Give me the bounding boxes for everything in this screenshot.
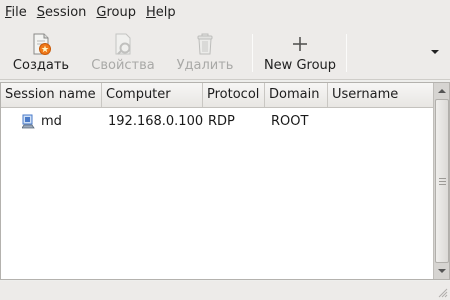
menu-file-label: ile bbox=[11, 5, 27, 20]
thumb-grip bbox=[439, 184, 446, 185]
chevron-down-icon bbox=[438, 269, 446, 273]
menu-group[interactable]: Group bbox=[91, 0, 141, 26]
vertical-scrollbar[interactable] bbox=[433, 83, 449, 279]
column-header-label: Username bbox=[332, 87, 399, 102]
session-name-cell: md bbox=[41, 114, 62, 129]
status-bar bbox=[0, 281, 450, 300]
create-button-label: Создать bbox=[12, 58, 70, 73]
toolbar: Создать Свойства Удалить New Group bbox=[0, 26, 450, 80]
domain-cell: ROOT bbox=[271, 114, 309, 129]
resize-grip-icon[interactable] bbox=[436, 286, 448, 298]
menu-session[interactable]: Session bbox=[32, 0, 92, 26]
menu-help-label: elp bbox=[155, 5, 176, 20]
properties-button-label: Свойства bbox=[91, 58, 155, 73]
column-header-domain[interactable]: Domain bbox=[265, 83, 328, 107]
trash-icon bbox=[191, 30, 219, 58]
menu-help-mnemonic: H bbox=[146, 5, 156, 20]
document-new-icon bbox=[27, 30, 55, 58]
thumb-grip bbox=[439, 181, 446, 182]
properties-icon bbox=[109, 30, 137, 58]
properties-button[interactable]: Свойства bbox=[88, 30, 158, 76]
new-group-button-label: New Group bbox=[263, 58, 337, 73]
menu-session-label: ession bbox=[45, 5, 87, 20]
menu-group-label: roup bbox=[106, 5, 136, 20]
column-header-label: Domain bbox=[269, 87, 320, 102]
chevron-up-icon bbox=[438, 89, 446, 93]
toolbar-separator bbox=[252, 34, 253, 72]
menu-file[interactable]: File bbox=[0, 0, 32, 26]
column-header-label: Protocol bbox=[207, 87, 260, 102]
menu-session-mnemonic: S bbox=[36, 5, 46, 20]
column-header-session-name[interactable]: Session name bbox=[1, 83, 102, 107]
thumb-grip bbox=[439, 178, 446, 179]
chevron-down-icon[interactable] bbox=[430, 46, 440, 56]
menubar: File Session Group Help bbox=[0, 0, 450, 26]
column-header-username[interactable]: Username bbox=[328, 83, 433, 107]
plus-icon bbox=[286, 30, 314, 58]
new-group-button[interactable]: New Group bbox=[262, 30, 338, 76]
table-row[interactable]: md 192.168.0.100 RDP ROOT bbox=[1, 110, 433, 134]
session-list[interactable]: Session name Computer Protocol Domain Us… bbox=[0, 82, 450, 280]
create-button[interactable]: Создать bbox=[8, 30, 74, 76]
toolbar-separator bbox=[346, 34, 347, 72]
protocol-cell: RDP bbox=[208, 114, 235, 129]
scrollbar-thumb[interactable] bbox=[435, 99, 449, 263]
list-header: Session name Computer Protocol Domain Us… bbox=[1, 83, 433, 108]
column-header-computer[interactable]: Computer bbox=[102, 83, 203, 107]
scroll-up-button[interactable] bbox=[435, 84, 449, 98]
computer-icon bbox=[21, 114, 36, 130]
column-header-protocol[interactable]: Protocol bbox=[203, 83, 265, 107]
delete-button-label: Удалить bbox=[176, 58, 234, 73]
computer-cell: 192.168.0.100 bbox=[108, 114, 204, 129]
scroll-down-button[interactable] bbox=[435, 264, 449, 278]
column-header-label: Session name bbox=[5, 87, 96, 102]
delete-button[interactable]: Удалить bbox=[172, 30, 238, 76]
menu-help[interactable]: Help bbox=[141, 0, 181, 26]
menu-group-mnemonic: G bbox=[96, 5, 107, 20]
column-header-label: Computer bbox=[106, 87, 171, 102]
